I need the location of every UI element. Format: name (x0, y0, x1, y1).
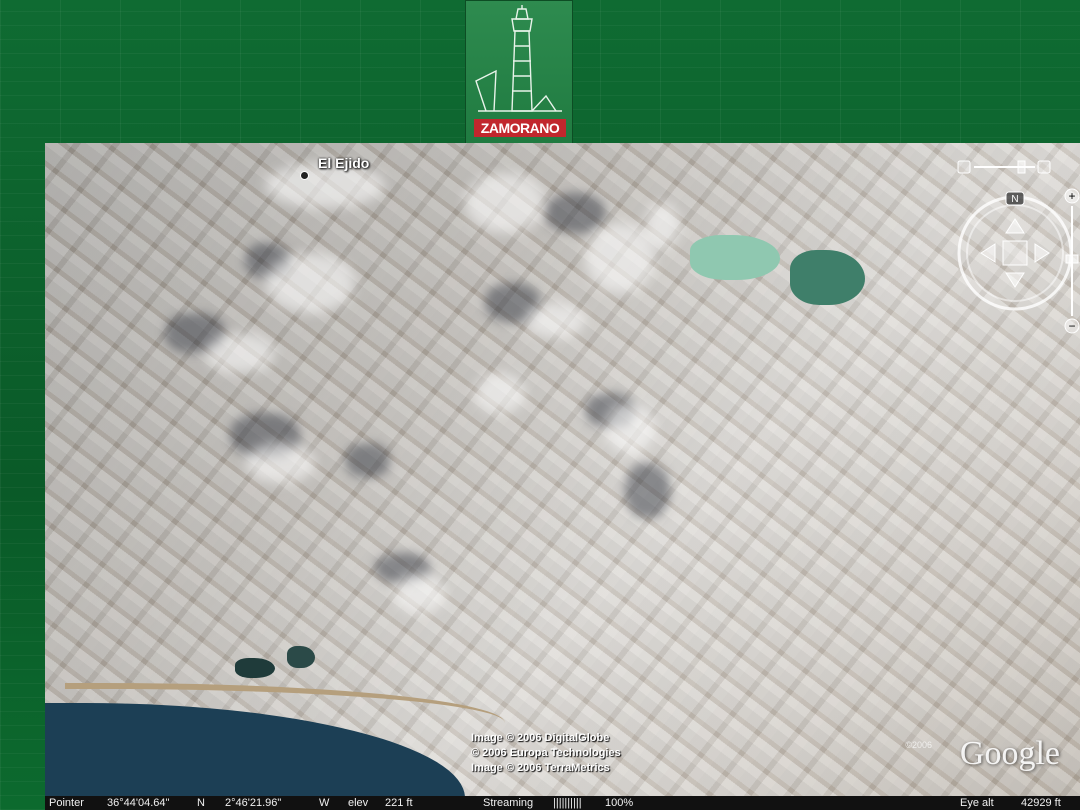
elevation-label: elev (348, 797, 369, 809)
attribution-line: Image © 2006 DigitalGlobe (471, 732, 610, 744)
eye-alt-value: 42929 ft (1021, 797, 1061, 809)
streaming-progress: |||||||||| (553, 797, 582, 809)
pan-arrows[interactable] (980, 218, 1050, 288)
satellite-map-view[interactable]: El Ejido N + − Image © 2006 DigitalGlobe… (45, 143, 1080, 796)
streaming-label: Streaming (483, 797, 534, 809)
logo-wordmark: ZAMORANO (474, 119, 566, 137)
attribution-line: Image © 2006 TerraMetrics (471, 762, 610, 774)
pointer-label: Pointer (49, 797, 84, 809)
streaming-percent: 100% (605, 797, 634, 809)
lagoon-east (790, 250, 865, 305)
zoom-in-icon: + (1068, 189, 1075, 203)
google-copyright: ©2006 (905, 740, 932, 750)
lagoon-west (690, 235, 780, 280)
longitude-hemisphere: W (319, 797, 330, 809)
status-bar: Pointer 36°44'04.64" N 2°46'21.96" W ele… (45, 796, 1080, 810)
pan-left-icon (980, 243, 996, 263)
town-marker-icon[interactable] (300, 171, 309, 180)
zoom-slider[interactable]: + − (1064, 188, 1080, 334)
pan-up-icon (1005, 218, 1025, 234)
place-label-el-ejido[interactable]: El Ejido (318, 155, 369, 171)
pan-right-icon (1034, 243, 1050, 263)
longitude-value: 2°46'21.96" (225, 797, 282, 809)
navigation-control[interactable]: N + − (900, 151, 1080, 341)
eye-alt-label: Eye alt (960, 797, 994, 809)
latitude-value: 36°44'04.64" (107, 797, 170, 809)
elevation-value: 221 ft (385, 797, 413, 809)
latitude-hemisphere: N (197, 797, 205, 809)
coastal-lagoon (235, 658, 275, 678)
attribution-line: © 2006 Europa Technologies (471, 747, 621, 759)
coastal-lagoon-2 (287, 646, 315, 668)
zoom-out-icon: − (1068, 319, 1075, 333)
tilt-slider[interactable] (957, 160, 1051, 174)
imagery-attribution: Image © 2006 DigitalGlobe © 2006 Europa … (471, 731, 621, 776)
zamorano-logo: ZAMORANO (465, 0, 573, 153)
pan-down-icon (1005, 272, 1025, 288)
google-logo: Google (959, 735, 1060, 772)
north-label: N (1011, 194, 1018, 205)
